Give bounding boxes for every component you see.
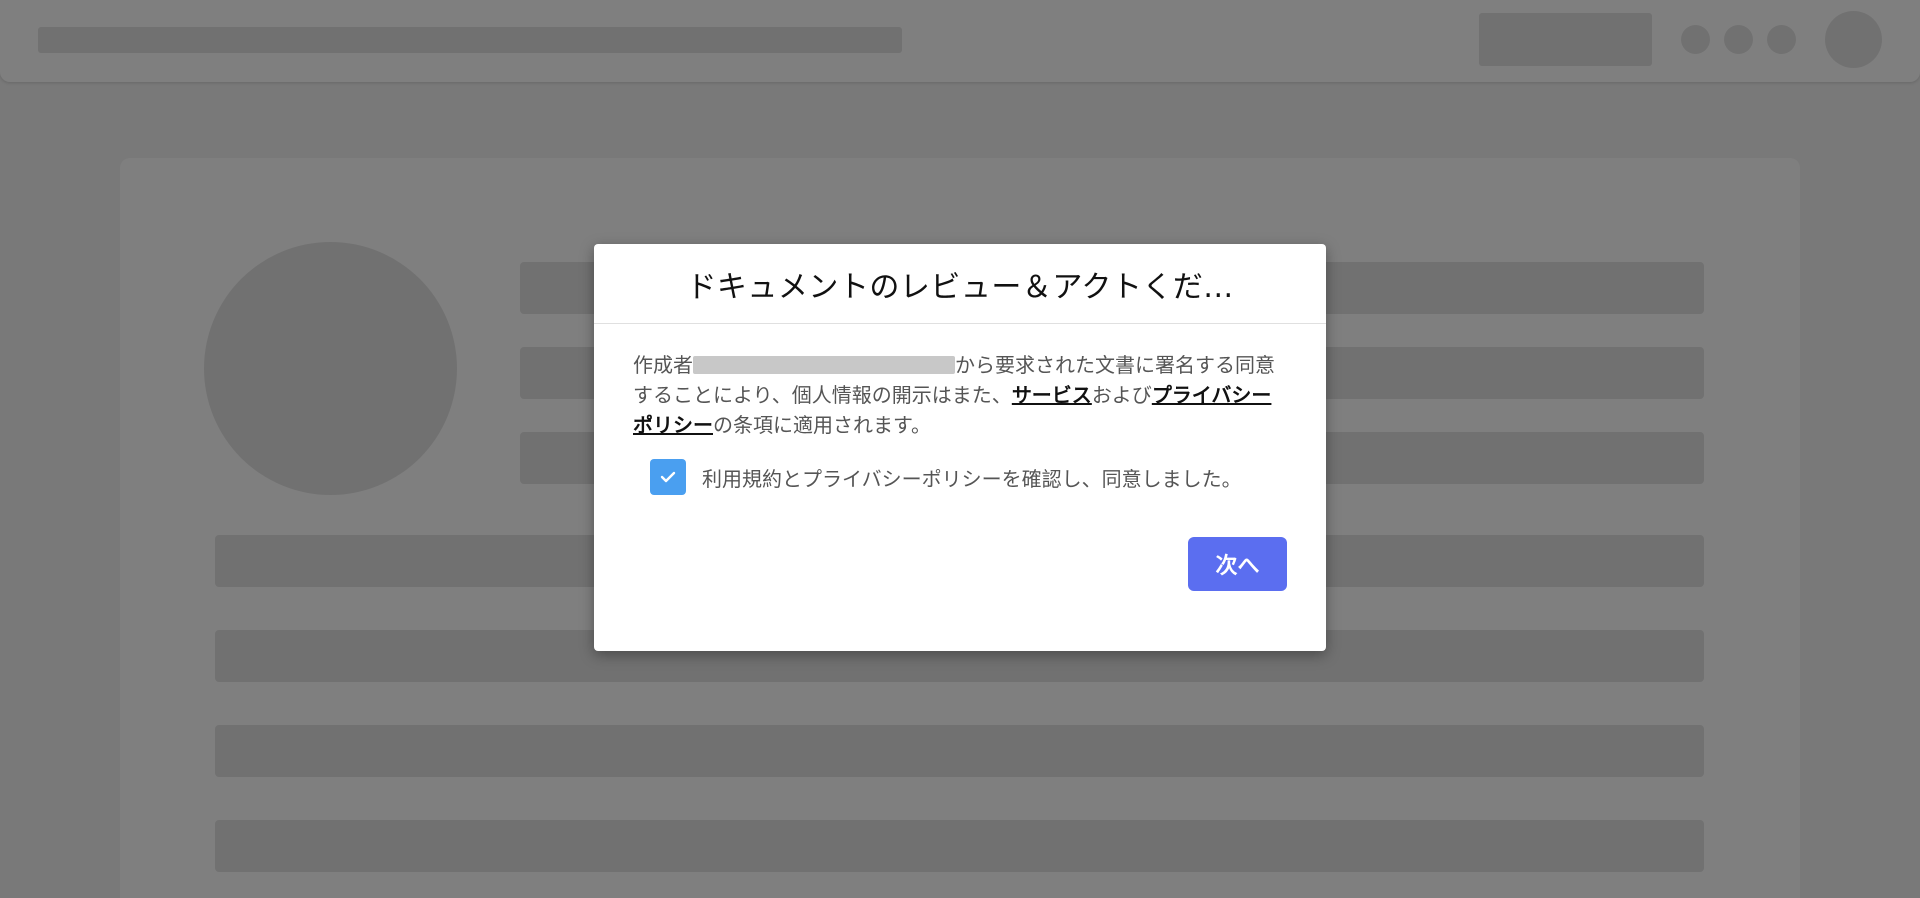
consent-dialog: ドキュメントのレビュー＆アクトくだ... 作成者 から要求された文書に署名する同意… xyxy=(594,244,1326,651)
dialog-body: 作成者 から要求された文書に署名する同意することにより、個人情報の開示はまた、サー… xyxy=(594,324,1326,495)
page: ドキュメントのレビュー＆アクトくだ... 作成者 から要求された文書に署名する同意… xyxy=(0,0,1920,898)
dialog-header: ドキュメントのレビュー＆アクトくだ... xyxy=(594,244,1326,324)
agree-checkbox-label[interactable]: 利用規約とプライバシーポリシーを確認し、同意しました。 xyxy=(702,463,1242,492)
next-button[interactable]: 次へ xyxy=(1188,537,1287,591)
consent-text: 作成者 から要求された文書に署名する同意することにより、個人情報の開示はまた、サー… xyxy=(633,350,1287,440)
agree-checkbox[interactable] xyxy=(650,459,686,495)
agree-checkbox-row[interactable]: 利用規約とプライバシーポリシーを確認し、同意しました。 xyxy=(650,459,1287,495)
redacted-author xyxy=(693,356,955,374)
check-icon xyxy=(660,471,676,483)
consent-suffix: の条項に適用されます。 xyxy=(713,413,931,437)
dialog-title: ドキュメントのレビュー＆アクトくだ... xyxy=(686,269,1234,305)
consent-prefix: 作成者 xyxy=(633,353,693,377)
consent-conjunction: および xyxy=(1091,383,1152,407)
service-link[interactable]: サービス xyxy=(1012,383,1092,407)
